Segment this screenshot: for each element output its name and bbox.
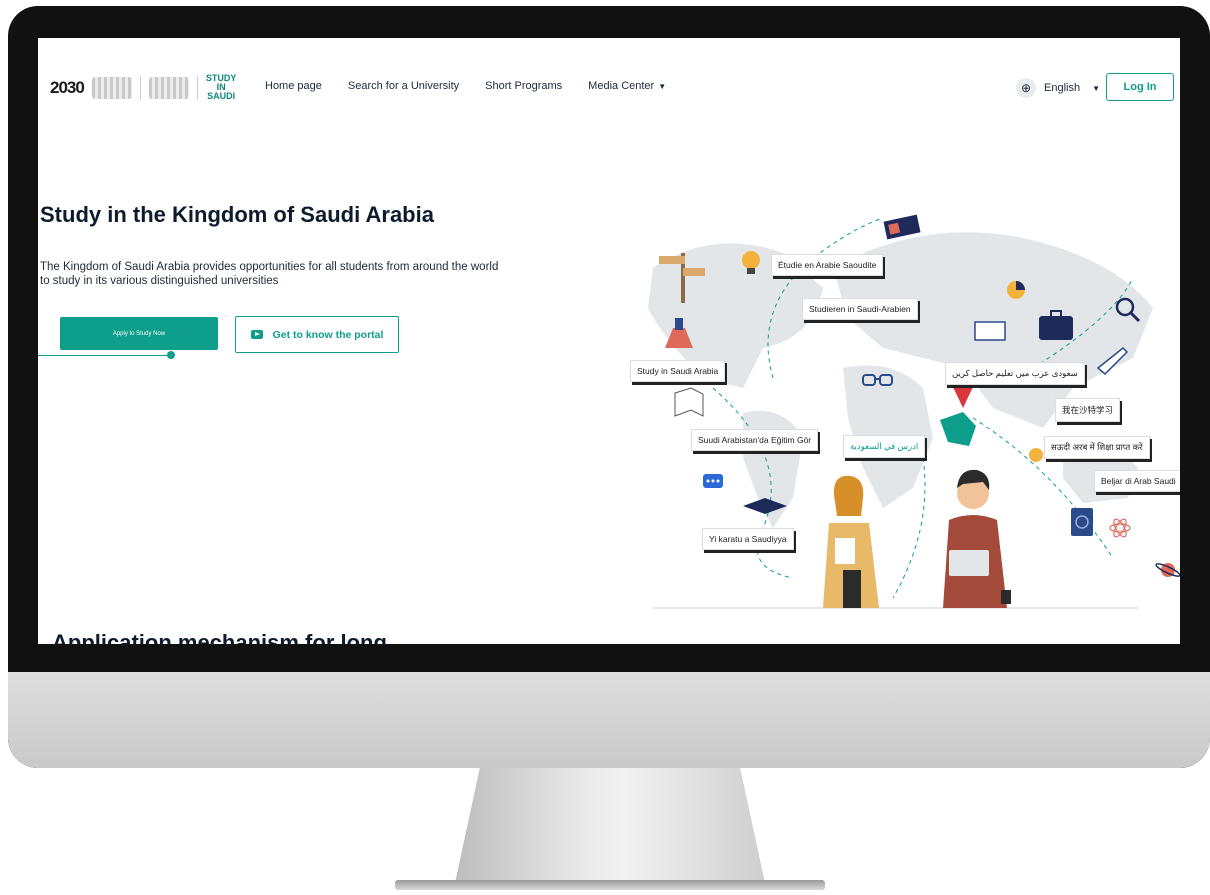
hero-illustration: Étudie en Arabie Saoudite Studieren in S… (593, 198, 1180, 644)
tag-hausa: Yi karatu a Saudiyya (702, 528, 794, 550)
tag-turkish: Suudi Arabistan'da Eğitim Gör (691, 429, 819, 451)
student-man-illustration (943, 469, 1011, 608)
monitor-chin (8, 672, 1210, 768)
nav-home[interactable]: Home page (265, 80, 322, 92)
tag-urdu: سعودی عرب میں تعلیم حاصل کریں (945, 362, 1085, 385)
pointer-line (38, 355, 172, 356)
logo-saudi-word: SAUDI (207, 91, 236, 101)
tag-german: Studieren in Saudi-Arabien (802, 298, 918, 320)
hero-description: The Kingdom of Saudi Arabia provides opp… (40, 261, 499, 287)
education-logo (148, 76, 189, 99)
monitor-stand-base (395, 880, 825, 890)
apply-button[interactable]: Apply to Study Now (60, 317, 218, 350)
login-button[interactable]: Log In (1106, 73, 1174, 101)
tag-english: Study in Saudi Arabia (630, 360, 726, 382)
caret-down-icon: ▼ (658, 82, 667, 91)
language-selector[interactable]: ⊕ English ▼ (1016, 78, 1100, 98)
tag-arabic: ادرس في السعودية (843, 435, 926, 458)
hero-title: Study in the Kingdom of Saudi Arabia (40, 202, 434, 227)
logo-group: 2030 STUDY IN SAUDI (50, 74, 236, 101)
tag-indonesian: Beljar di Arab Saudi (1094, 470, 1180, 492)
nav-media-center[interactable]: Media Center ▼ (588, 80, 666, 92)
vision-2030-logo[interactable]: 2030 (50, 78, 85, 98)
logo-divider (139, 75, 141, 100)
portal-button-label: Get to know the portal (272, 328, 384, 341)
logo-divider (196, 75, 198, 100)
study-in-saudi-logo[interactable]: STUDY IN SAUDI (206, 74, 237, 101)
tag-chinese: 我在沙特学习 (1055, 398, 1121, 422)
globe-icon: ⊕ (1016, 78, 1036, 98)
nav-short-programs[interactable]: Short Programs (485, 80, 562, 92)
play-icon (250, 330, 263, 339)
student-woman-illustration (823, 475, 879, 608)
caret-down-icon: ▼ (1092, 83, 1100, 93)
tag-french: Étudie en Arabie Saoudite (771, 254, 884, 276)
screen: 2030 STUDY IN SAUDI Home page Search for… (38, 38, 1180, 644)
tag-hindi: सऊदी अरब में शिक्षा प्राप्त करें (1044, 436, 1150, 459)
nav-search-university[interactable]: Search for a University (348, 80, 459, 92)
nav-media-center-label: Media Center (588, 80, 655, 92)
nav-links: Home page Search for a University Short … (265, 80, 666, 92)
pointer-dot (167, 351, 175, 359)
navbar: 2030 STUDY IN SAUDI Home page Search for… (38, 38, 1180, 138)
monitor-stand (455, 768, 765, 883)
language-label: English (1044, 82, 1081, 94)
ministry-logo (91, 76, 132, 99)
portal-button[interactable]: Get to know the portal (235, 316, 399, 353)
section-heading: Application mechanism for long (52, 630, 387, 644)
